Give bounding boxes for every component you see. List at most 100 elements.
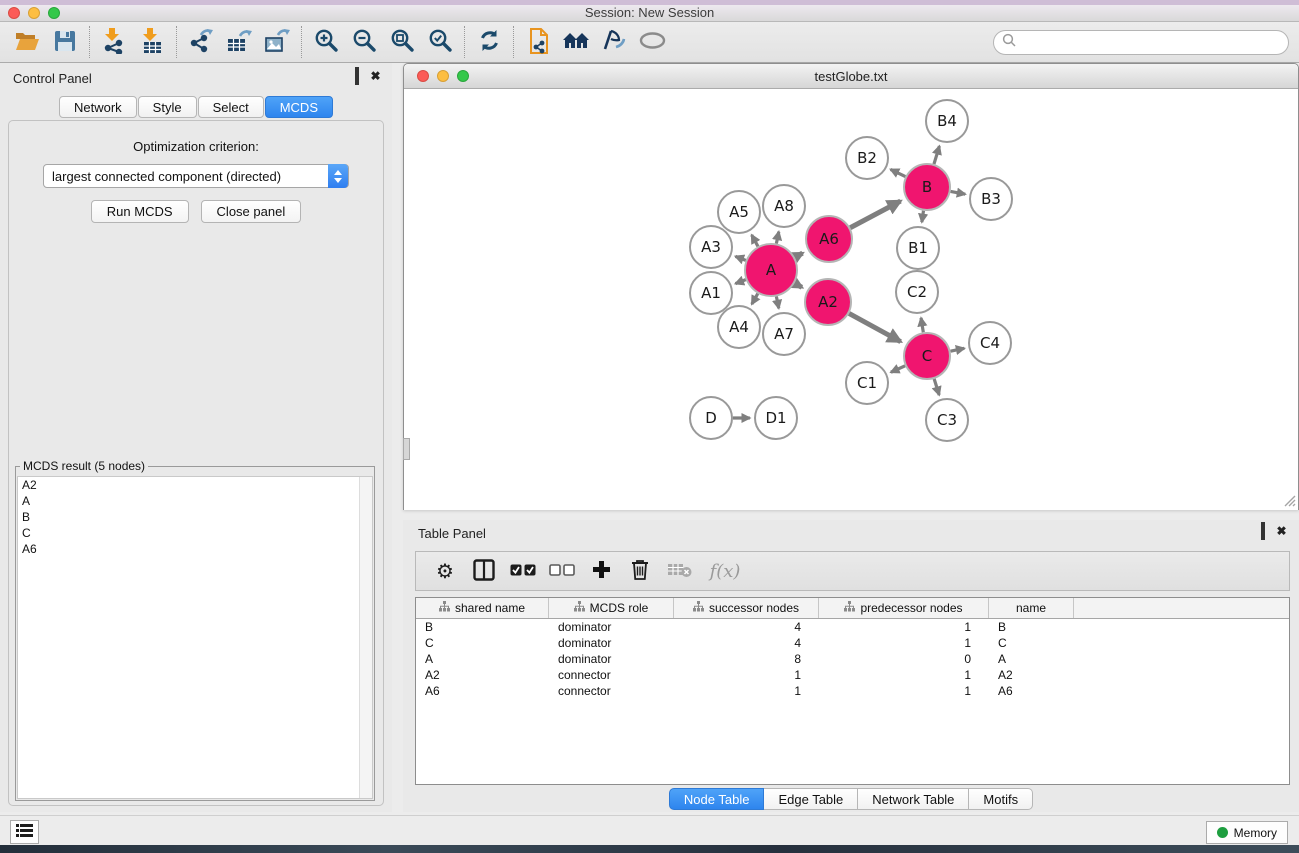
cell-successor-nodes[interactable]: 8 xyxy=(674,651,819,667)
edge-C-C4[interactable] xyxy=(951,348,965,351)
export-network-button[interactable] xyxy=(182,25,220,59)
edge-A-A5[interactable] xyxy=(752,235,758,246)
tab-style[interactable]: Style xyxy=(138,96,197,118)
cell-predecessor-nodes[interactable]: 1 xyxy=(819,635,989,651)
edge-A-A6[interactable] xyxy=(795,253,803,257)
edge-B-B4[interactable] xyxy=(934,146,939,164)
node-A3[interactable]: A3 xyxy=(690,226,732,268)
add-column-button[interactable] xyxy=(586,556,616,586)
result-item[interactable]: A2 xyxy=(18,477,372,493)
task-history-button[interactable] xyxy=(10,820,39,844)
node-D1[interactable]: D1 xyxy=(755,397,797,439)
node-C2[interactable]: C2 xyxy=(896,271,938,313)
run-mcds-button[interactable]: Run MCDS xyxy=(91,200,189,223)
tab-mcds[interactable]: MCDS xyxy=(265,96,333,118)
gear-button[interactable]: ⚙ xyxy=(430,556,460,586)
node-A8[interactable]: A8 xyxy=(763,185,805,227)
cell-predecessor-nodes[interactable]: 0 xyxy=(819,651,989,667)
cell-MCDS-role[interactable]: connector xyxy=(549,667,674,683)
edge-B-B1[interactable] xyxy=(922,211,924,222)
cell-MCDS-role[interactable]: dominator xyxy=(549,619,674,635)
node-A[interactable]: A xyxy=(745,244,797,296)
cell-shared-name[interactable]: B xyxy=(416,619,549,635)
table-row[interactable]: Cdominator41C xyxy=(416,635,1289,651)
delete-table-button[interactable] xyxy=(664,556,694,586)
edge-B-B3[interactable] xyxy=(951,191,966,194)
result-scrollbar[interactable] xyxy=(359,477,372,798)
column-header-name[interactable]: name xyxy=(989,598,1074,618)
node-A2[interactable]: A2 xyxy=(805,279,851,325)
edge-A-A2[interactable] xyxy=(795,283,802,287)
node-C3[interactable]: C3 xyxy=(926,399,968,441)
edge-A-A8[interactable] xyxy=(776,232,778,244)
delete-column-button[interactable] xyxy=(625,556,655,586)
cell-MCDS-role[interactable]: dominator xyxy=(549,651,674,667)
zoom-in-button[interactable] xyxy=(307,25,345,59)
result-item[interactable]: B xyxy=(18,509,372,525)
table-row[interactable]: A2connector11A2 xyxy=(416,667,1289,683)
network-window-titlebar[interactable]: testGlobe.txt xyxy=(404,64,1298,89)
network-canvas[interactable]: B4B2BB3A5A8A6B1A3AA1C2A2A4A7C4CC1C3DD1 xyxy=(404,89,1298,510)
cell-name[interactable]: A6 xyxy=(989,683,1074,699)
node-B2[interactable]: B2 xyxy=(846,137,888,179)
open-session-button[interactable] xyxy=(8,25,46,59)
cell-successor-nodes[interactable]: 1 xyxy=(674,683,819,699)
column-header-shared-name[interactable]: shared name xyxy=(416,598,549,618)
tab-network-table[interactable]: Network Table xyxy=(858,788,969,810)
close-panel-action-button[interactable]: Close panel xyxy=(201,200,302,223)
column-header-predecessor-nodes[interactable]: predecessor nodes xyxy=(819,598,989,618)
zoom-out-button[interactable] xyxy=(345,25,383,59)
cell-shared-name[interactable]: A2 xyxy=(416,667,549,683)
tab-network[interactable]: Network xyxy=(59,96,137,118)
tab-node-table[interactable]: Node Table xyxy=(669,788,765,810)
edge-A6-B[interactable] xyxy=(850,201,900,228)
tab-edge-table[interactable]: Edge Table xyxy=(764,788,858,810)
cell-successor-nodes[interactable]: 4 xyxy=(674,619,819,635)
cell-successor-nodes[interactable]: 4 xyxy=(674,635,819,651)
import-table-button[interactable] xyxy=(133,25,171,59)
select-all-button[interactable] xyxy=(508,556,538,586)
save-session-button[interactable] xyxy=(46,25,84,59)
tab-select[interactable]: Select xyxy=(198,96,264,118)
node-B1[interactable]: B1 xyxy=(897,227,939,269)
cell-predecessor-nodes[interactable]: 1 xyxy=(819,683,989,699)
node-A7[interactable]: A7 xyxy=(763,313,805,355)
column-header-MCDS-role[interactable]: MCDS role xyxy=(549,598,674,618)
import-network-button[interactable] xyxy=(95,25,133,59)
table-row[interactable]: Bdominator41B xyxy=(416,619,1289,635)
node-A6[interactable]: A6 xyxy=(806,216,852,262)
cell-successor-nodes[interactable]: 1 xyxy=(674,667,819,683)
cell-predecessor-nodes[interactable]: 1 xyxy=(819,619,989,635)
node-table[interactable]: shared nameMCDS rolesuccessor nodesprede… xyxy=(415,597,1290,785)
edge-A-A1[interactable] xyxy=(735,280,745,284)
cell-MCDS-role[interactable]: connector xyxy=(549,683,674,699)
export-image-button[interactable] xyxy=(258,25,296,59)
node-B3[interactable]: B3 xyxy=(970,178,1012,220)
node-A1[interactable]: A1 xyxy=(690,272,732,314)
home-button[interactable] xyxy=(557,25,595,59)
node-B4[interactable]: B4 xyxy=(926,100,968,142)
mcds-result-list[interactable]: A2ABCA6 xyxy=(17,476,373,799)
cell-shared-name[interactable]: A6 xyxy=(416,683,549,699)
search-input[interactable] xyxy=(1016,33,1288,53)
table-row[interactable]: Adominator80A xyxy=(416,651,1289,667)
table-row[interactable]: A6connector11A6 xyxy=(416,683,1289,699)
toggle-graphics-details-button[interactable] xyxy=(595,25,633,59)
node-D[interactable]: D xyxy=(690,397,732,439)
close-panel-button[interactable]: ✖ xyxy=(369,71,382,84)
node-A5[interactable]: A5 xyxy=(718,191,760,233)
node-C4[interactable]: C4 xyxy=(969,322,1011,364)
zoom-fit-button[interactable] xyxy=(383,25,421,59)
edge-B-B2[interactable] xyxy=(891,169,906,176)
column-header-successor-nodes[interactable]: successor nodes xyxy=(674,598,819,618)
node-C1[interactable]: C1 xyxy=(846,362,888,404)
network-file-button[interactable] xyxy=(519,25,557,59)
tab-motifs[interactable]: Motifs xyxy=(969,788,1033,810)
cell-name[interactable]: A2 xyxy=(989,667,1074,683)
table-close-button[interactable]: ✖ xyxy=(1275,526,1288,539)
cell-name[interactable]: A xyxy=(989,651,1074,667)
result-item[interactable]: C xyxy=(18,525,372,541)
function-builder-button[interactable]: f(x) xyxy=(703,556,747,586)
edge-C-C1[interactable] xyxy=(891,366,905,372)
optimization-criterion-select[interactable]: largest connected component (directed) xyxy=(43,164,349,188)
